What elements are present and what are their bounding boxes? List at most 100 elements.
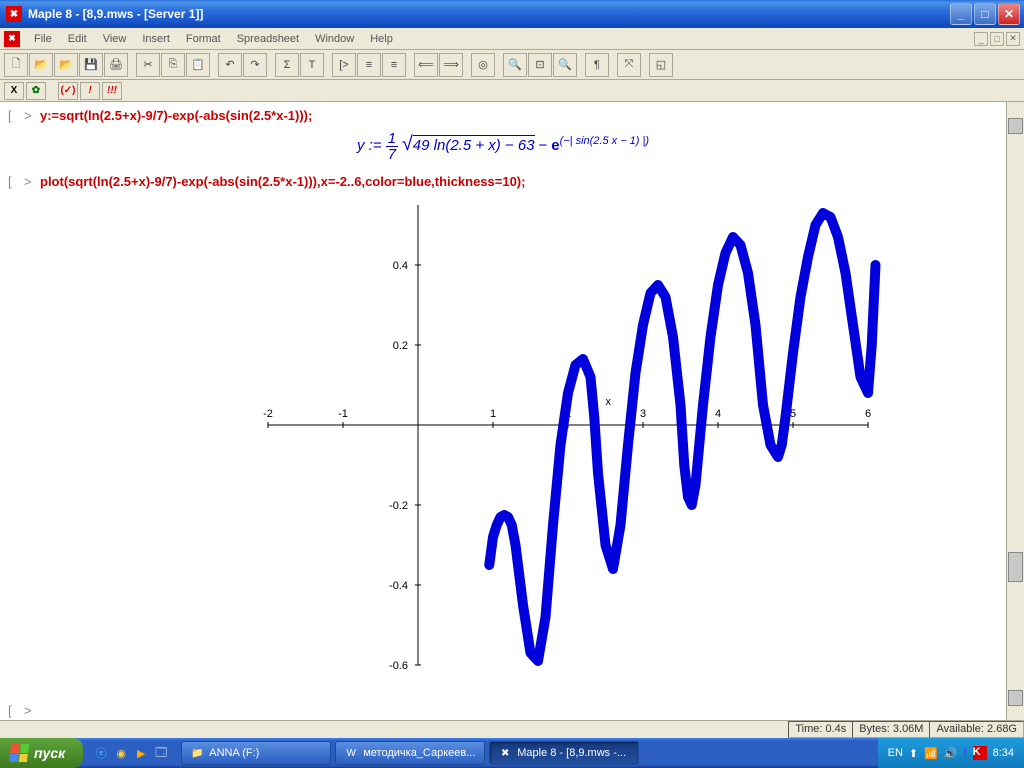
ctx-leaf-button[interactable]: ✿ <box>26 82 46 100</box>
open-button[interactable]: 📂 <box>29 53 53 77</box>
menu-file[interactable]: File <box>26 31 60 47</box>
plot-output[interactable]: -2-1123456x-0.6-0.4-0.20.20.4 <box>128 195 888 695</box>
start-label: пуск <box>34 745 65 761</box>
indent-button[interactable]: ≡ <box>357 53 381 77</box>
undo-button[interactable]: ↶ <box>218 53 242 77</box>
group-button[interactable]: [> <box>332 53 356 77</box>
scroll-down-button[interactable] <box>1008 690 1023 706</box>
zoom-out-button[interactable]: 🔍 <box>553 53 577 77</box>
open2-button[interactable]: 📂 <box>54 53 78 77</box>
text-button[interactable]: T <box>300 53 324 77</box>
desktop-icon[interactable]: 🗔 <box>153 745 169 761</box>
prompt-icon: > <box>24 174 36 189</box>
wmp-icon[interactable]: ▶ <box>133 745 149 761</box>
svg-text:-0.4: -0.4 <box>389 580 408 592</box>
menu-help[interactable]: Help <box>362 31 401 47</box>
status-bytes: Bytes: 3.06M <box>852 721 930 738</box>
plot-svg: -2-1123456x-0.6-0.4-0.20.20.4 <box>128 195 888 695</box>
svg-text:1: 1 <box>490 408 496 420</box>
ie-icon[interactable]: ⓔ <box>93 745 109 761</box>
cut-button[interactable]: ✂ <box>136 53 160 77</box>
copy-button[interactable]: ⎘ <box>161 53 185 77</box>
taskbar-item-icon: ✖ <box>498 746 512 760</box>
bracket-icon: [ <box>8 703 20 718</box>
taskbar-item-icon: W <box>344 746 358 760</box>
scroll-thumb[interactable] <box>1008 552 1023 582</box>
inner-minimize-button[interactable]: _ <box>974 32 988 46</box>
toolbar: 🗋 📂 📂 💾 🖨 ✂ ⎘ 📋 ↶ ↷ Σ T [> ≡ ≡ ⟸ ⟹ ◎ 🔍 ⊡… <box>0 50 1024 80</box>
quick-launch: ⓔ ◉ ▶ 🗔 <box>83 745 179 761</box>
tray-icon[interactable]: f <box>964 747 967 759</box>
taskbar-item[interactable]: Wметодичка_Саркеев... <box>335 741 485 765</box>
input-line-2[interactable]: plot(sqrt(ln(2.5+x)-9/7)-exp(-abs(sin(2.… <box>40 174 525 189</box>
tray-icon[interactable]: K <box>973 746 987 760</box>
taskbar-item[interactable]: 📁ANNA (F:) <box>181 741 331 765</box>
ctx-x-button[interactable]: X <box>4 82 24 100</box>
paste-button[interactable]: 📋 <box>186 53 210 77</box>
ctx-check-button[interactable]: (✓) <box>58 82 78 100</box>
back-button[interactable]: ⟸ <box>414 53 438 77</box>
scroll-up-button[interactable] <box>1008 118 1023 134</box>
ctx-exc3-button[interactable]: !!! <box>102 82 122 100</box>
zoom-in-button[interactable]: 🔍 <box>503 53 527 77</box>
svg-text:6: 6 <box>865 408 871 420</box>
menu-edit[interactable]: Edit <box>60 31 95 47</box>
disc-icon[interactable]: ◉ <box>113 745 129 761</box>
svg-text:3: 3 <box>640 408 646 420</box>
whitespace-button[interactable]: ⤧ <box>617 53 641 77</box>
svg-text:x: x <box>606 396 612 408</box>
system-tray: EN ⬆ 📶 🔊 f K 8:34 <box>878 738 1024 768</box>
tray-icon[interactable]: 🔊 <box>944 747 958 760</box>
new-button[interactable]: 🗋 <box>4 53 28 77</box>
paragraph-button[interactable]: ¶ <box>585 53 609 77</box>
window-titlebar: ✖ Maple 8 - [8,9.mws - [Server 1]] _ □ ✕ <box>0 0 1024 28</box>
window-title: Maple 8 - [8,9.mws - [Server 1]] <box>26 7 950 21</box>
bracket-icon: [ <box>8 108 20 123</box>
svg-text:-1: -1 <box>338 408 348 420</box>
statusbar: Time: 0.4s Bytes: 3.06M Available: 2.68G <box>0 720 1024 738</box>
zoom-100-button[interactable]: ⊡ <box>528 53 552 77</box>
taskbar: пуск ⓔ ◉ ▶ 🗔 📁ANNA (F:)Wметодичка_Саркее… <box>0 738 1024 768</box>
menu-insert[interactable]: Insert <box>134 31 178 47</box>
print-button[interactable]: 🖨 <box>104 53 128 77</box>
start-button[interactable]: пуск <box>0 738 83 768</box>
stop-button[interactable]: ◎ <box>471 53 495 77</box>
context-bar: X ✿ (✓) ! !!! <box>0 80 1024 102</box>
svg-text:-0.2: -0.2 <box>389 500 408 512</box>
taskbar-item[interactable]: ✖ Maple 8 - [8,9.mws -... <box>489 741 639 765</box>
redo-button[interactable]: ↷ <box>243 53 267 77</box>
menu-format[interactable]: Format <box>178 31 229 47</box>
outdent-button[interactable]: ≡ <box>382 53 406 77</box>
menubar: ✖ File Edit View Insert Format Spreadshe… <box>0 28 1024 50</box>
app-icon: ✖ <box>6 6 22 22</box>
taskbar-item-label: ANNA (F:) <box>209 747 259 759</box>
vertical-scrollbar[interactable] <box>1006 102 1024 722</box>
resize-button[interactable]: ◱ <box>649 53 673 77</box>
sigma-button[interactable]: Σ <box>275 53 299 77</box>
close-button[interactable]: ✕ <box>998 3 1020 25</box>
menu-view[interactable]: View <box>95 31 135 47</box>
tray-icon[interactable]: ⬆ <box>909 747 918 760</box>
svg-text:-2: -2 <box>263 408 273 420</box>
doc-icon: ✖ <box>4 31 20 47</box>
svg-text:4: 4 <box>715 408 721 420</box>
input-line-1[interactable]: y:=sqrt(ln(2.5+x)-9/7)-exp(-abs(sin(2.5*… <box>40 108 312 123</box>
prompt-icon: > <box>24 703 36 718</box>
tray-icon[interactable]: 📶 <box>924 747 938 760</box>
svg-text:-0.6: -0.6 <box>389 660 408 672</box>
clock[interactable]: 8:34 <box>993 747 1014 759</box>
ctx-exc-button[interactable]: ! <box>80 82 100 100</box>
forward-button[interactable]: ⟹ <box>439 53 463 77</box>
language-indicator[interactable]: EN <box>888 747 903 759</box>
svg-text:0.4: 0.4 <box>393 260 408 272</box>
inner-close-button[interactable]: ✕ <box>1006 32 1020 46</box>
inner-maximize-button[interactable]: □ <box>990 32 1004 46</box>
save-button[interactable]: 💾 <box>79 53 103 77</box>
menu-spreadsheet[interactable]: Spreadsheet <box>229 31 307 47</box>
worksheet[interactable]: [ > y:=sqrt(ln(2.5+x)-9/7)-exp(-abs(sin(… <box>0 102 1024 722</box>
taskbar-item-label: Maple 8 - [8,9.mws -... <box>517 747 626 759</box>
bracket-icon: [ <box>8 174 20 189</box>
maximize-button[interactable]: □ <box>974 3 996 25</box>
minimize-button[interactable]: _ <box>950 3 972 25</box>
menu-window[interactable]: Window <box>307 31 362 47</box>
